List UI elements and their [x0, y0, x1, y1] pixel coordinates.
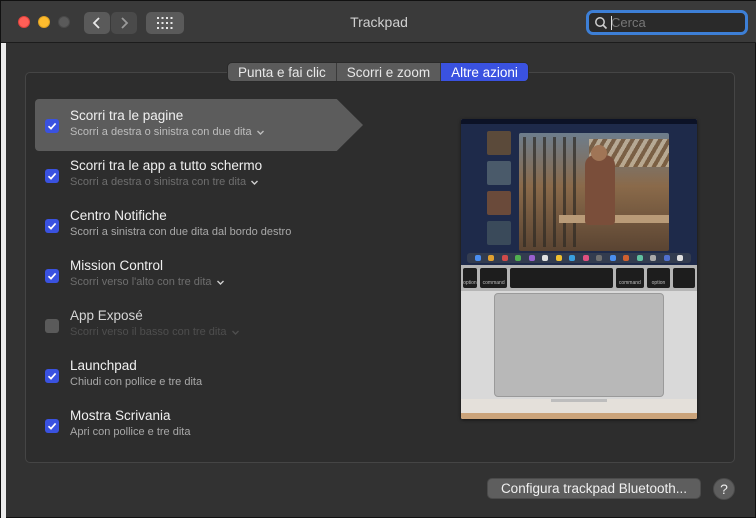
- gesture-notification-center[interactable]: Centro Notifiche Scorri a sinistra con d…: [35, 199, 365, 249]
- tab-altre-azioni[interactable]: Altre azioni: [441, 63, 528, 81]
- gesture-subtitle: Scorri verso il basso con tre dita: [70, 326, 227, 338]
- preview-dock: [467, 253, 691, 263]
- checkbox-swipe-pages[interactable]: [45, 119, 59, 133]
- chevron-down-icon: [256, 130, 264, 135]
- gesture-preview-video: option command command option: [461, 119, 697, 419]
- gesture-title: App Exposé: [70, 308, 143, 323]
- text-caret: [611, 16, 612, 30]
- gesture-option-dropdown[interactable]: Scorri a destra o sinistra con due dita: [70, 126, 265, 138]
- gesture-subtitle: Scorri a destra o sinistra con due dita: [70, 126, 252, 138]
- gesture-subtitle: Chiudi con pollice e tre dita: [70, 376, 203, 388]
- checkmark-icon: [47, 272, 57, 280]
- gesture-launchpad[interactable]: Launchpad Chiudi con pollice e tre dita: [35, 349, 365, 399]
- checkbox-mission-control[interactable]: [45, 269, 59, 283]
- gesture-show-desktop[interactable]: Mostra Scrivania Apri con pollice e tre …: [35, 399, 365, 449]
- gesture-app-expose[interactable]: App Exposé Scorri verso il basso con tre…: [35, 299, 365, 349]
- gesture-title: Scorri tra le app a tutto schermo: [70, 158, 263, 173]
- gesture-swipe-fullscreen-apps[interactable]: Scorri tra le app a tutto schermo Scorri…: [35, 149, 365, 199]
- background-window-edge: [1, 41, 6, 518]
- gesture-subtitle: Apri con pollice e tre dita: [70, 426, 191, 438]
- checkbox-notification-center[interactable]: [45, 219, 59, 233]
- key: option: [646, 268, 671, 288]
- search-icon: [595, 16, 608, 29]
- setup-bluetooth-trackpad-button[interactable]: Configura trackpad Bluetooth...: [487, 478, 701, 499]
- gesture-subtitle: Scorri verso l'alto con tre dita: [70, 276, 212, 288]
- key: option: [463, 268, 477, 288]
- preferences-window: Trackpad Punta e fai clic Scorri e zoom …: [0, 0, 756, 518]
- preview-keyboard: option command command option: [461, 265, 697, 291]
- gesture-subtitle: Scorri a destra o sinistra con tre dita: [70, 176, 247, 188]
- gesture-option-dropdown[interactable]: Scorri a destra o sinistra con tre dita: [70, 176, 259, 188]
- preview-thumbnails: [487, 131, 515, 259]
- checkbox-launchpad[interactable]: [45, 369, 59, 383]
- tab-bar: Punta e fai clic Scorri e zoom Altre azi…: [227, 62, 529, 82]
- gesture-title: Scorri tra le pagine: [70, 108, 184, 123]
- preview-trackpad: [494, 293, 664, 397]
- spacebar: [510, 268, 614, 288]
- checkmark-icon: [47, 122, 57, 130]
- gesture-title: Centro Notifiche: [70, 208, 167, 223]
- preview-screen: [461, 119, 697, 265]
- gesture-title: Mostra Scrivania: [70, 408, 171, 423]
- gesture-list: Scorri tra le pagine Scorri a destra o s…: [35, 99, 365, 449]
- chevron-down-icon: [231, 330, 239, 335]
- title-bar: Trackpad: [1, 1, 756, 43]
- help-button[interactable]: ?: [713, 478, 735, 500]
- gesture-title: Mission Control: [70, 258, 164, 273]
- key: [673, 268, 696, 288]
- checkmark-icon: [47, 372, 57, 380]
- checkbox-show-desktop[interactable]: [45, 419, 59, 433]
- checkmark-icon: [47, 422, 57, 430]
- key: command: [616, 268, 644, 288]
- gesture-swipe-pages[interactable]: Scorri tra le pagine Scorri a destra o s…: [35, 99, 365, 149]
- gesture-mission-control[interactable]: Mission Control Scorri verso l'alto con …: [35, 249, 365, 299]
- checkbox-swipe-fullscreen-apps[interactable]: [45, 169, 59, 183]
- tab-scorri-e-zoom[interactable]: Scorri e zoom: [337, 63, 442, 81]
- chevron-down-icon: [216, 280, 224, 285]
- search-field[interactable]: [586, 10, 748, 35]
- checkmark-icon: [47, 172, 57, 180]
- search-input[interactable]: [611, 15, 741, 30]
- gesture-title: Launchpad: [70, 358, 137, 373]
- gesture-subtitle: Scorri a sinistra con due dita dal bordo…: [70, 226, 292, 238]
- key: command: [479, 268, 508, 288]
- chevron-down-icon: [251, 180, 259, 185]
- checkbox-app-expose[interactable]: [45, 319, 59, 333]
- preview-menu-bar: [461, 119, 697, 124]
- gesture-option-dropdown[interactable]: Scorri verso l'alto con tre dita: [70, 276, 225, 288]
- preview-laptop-base: [461, 399, 697, 419]
- preview-photo: [519, 133, 669, 251]
- gesture-option-dropdown[interactable]: Scorri verso il basso con tre dita: [70, 326, 240, 338]
- checkmark-icon: [47, 222, 57, 230]
- tab-punta-e-fai-clic[interactable]: Punta e fai clic: [228, 63, 337, 81]
